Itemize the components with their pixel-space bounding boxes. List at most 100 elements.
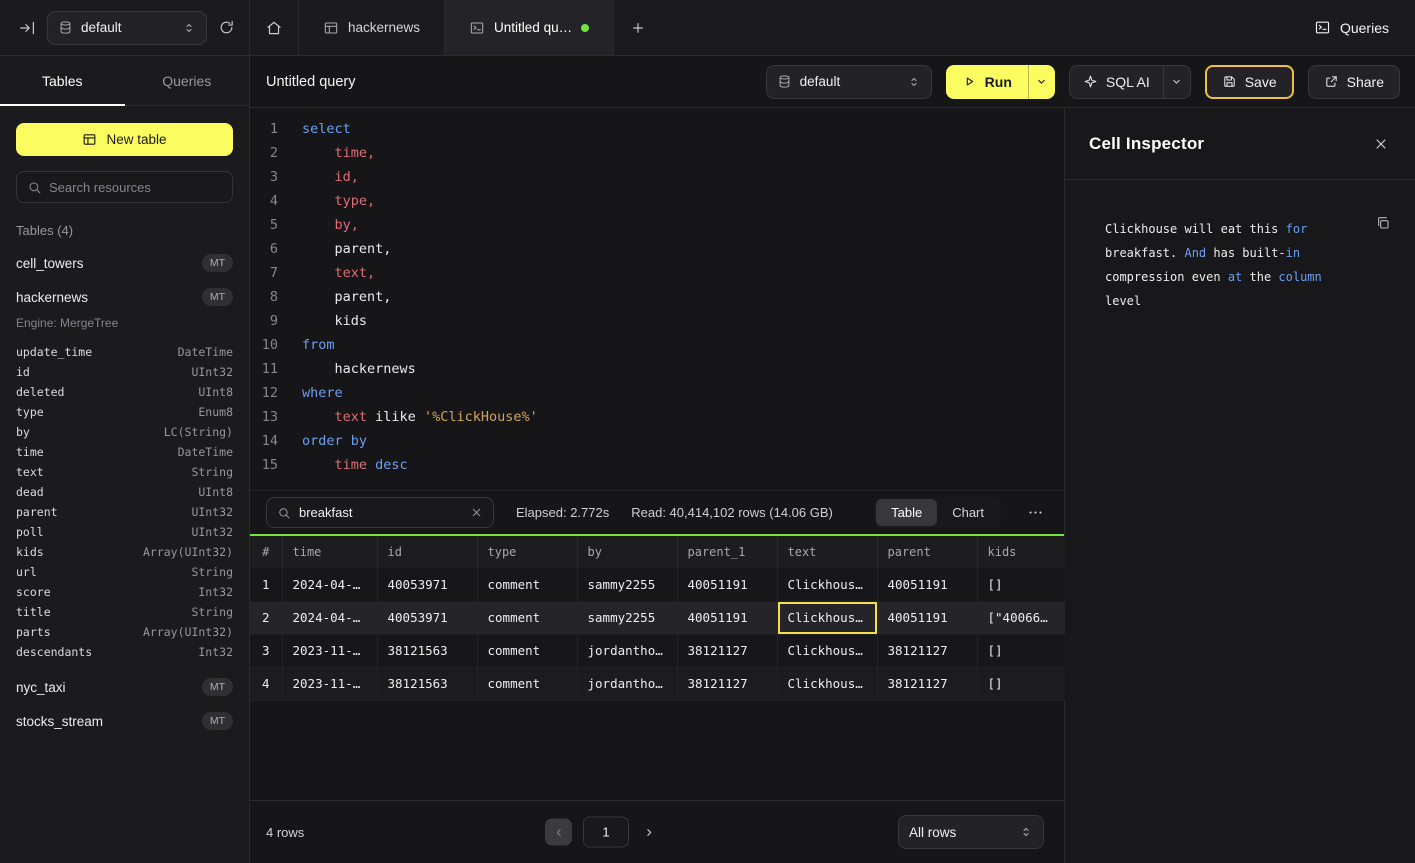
sidebar-column-row[interactable]: titleString (0, 602, 249, 622)
refresh-button[interactable] (218, 19, 235, 36)
editor-code-line[interactable]: parent, (302, 285, 1064, 309)
editor-code[interactable]: select time, id, type, by, parent, text,… (290, 117, 1064, 490)
column-header[interactable]: id (377, 536, 477, 568)
sidebar-column-row[interactable]: deletedUInt8 (0, 382, 249, 402)
column-header[interactable]: text (777, 536, 877, 568)
table-cell[interactable]: comment (477, 667, 577, 700)
share-button[interactable]: Share (1308, 65, 1400, 99)
sql-ai-button[interactable]: SQL AI (1070, 66, 1163, 98)
table-cell[interactable]: 38121127 (677, 667, 777, 700)
editor-code-line[interactable]: from (302, 333, 1064, 357)
sidebar-column-row[interactable]: typeEnum8 (0, 402, 249, 422)
editor-code-line[interactable]: by, (302, 213, 1064, 237)
sidebar-tab-queries[interactable]: Queries (125, 56, 250, 105)
table-cell[interactable]: 40053971 (377, 568, 477, 601)
sidebar-column-row[interactable]: scoreInt32 (0, 582, 249, 602)
sidebar-column-row[interactable]: pollUInt32 (0, 522, 249, 542)
results-more-button[interactable] (1023, 504, 1048, 521)
table-cell[interactable]: 2024-04-16… (282, 568, 377, 601)
table-cell[interactable]: 2 (250, 601, 282, 634)
sidebar-table-cell-towers[interactable]: cell_towers MT (0, 246, 249, 280)
table-cell[interactable]: 38121127 (877, 634, 977, 667)
expand-sidebar-button[interactable] (18, 19, 36, 37)
results-search-input[interactable] (299, 505, 462, 520)
column-header[interactable]: kids (977, 536, 1065, 568)
table-cell[interactable]: sammy2255 (577, 568, 677, 601)
editor-code-line[interactable]: id, (302, 165, 1064, 189)
table-cell[interactable]: sammy2255 (577, 601, 677, 634)
sidebar-search-input[interactable] (49, 180, 222, 195)
table-cell[interactable]: 38121563 (377, 634, 477, 667)
column-header[interactable]: type (477, 536, 577, 568)
table-cell[interactable]: 3 (250, 634, 282, 667)
editor-code-line[interactable]: where (302, 381, 1064, 405)
sidebar-column-row[interactable]: idUInt32 (0, 362, 249, 382)
column-header[interactable]: parent_1 (677, 536, 777, 568)
sidebar-column-row[interactable]: timeDateTime (0, 442, 249, 462)
sidebar-column-row[interactable]: textString (0, 462, 249, 482)
prev-page-button[interactable] (545, 819, 572, 846)
page-number-input[interactable] (583, 817, 629, 848)
sidebar-table-stocks-stream[interactable]: stocks_stream MT (0, 704, 249, 738)
table-cell[interactable]: 40051191 (877, 601, 977, 634)
rows-per-page-select[interactable]: All rows (898, 815, 1044, 849)
editor-code-line[interactable]: parent, (302, 237, 1064, 261)
table-cell[interactable]: [] (977, 568, 1065, 601)
table-cell[interactable]: Clickhouse… (777, 568, 877, 601)
editor-code-line[interactable]: time, (302, 141, 1064, 165)
table-cell[interactable]: 2023-11-02… (282, 634, 377, 667)
sidebar-column-row[interactable]: descendantsInt32 (0, 642, 249, 662)
editor-code-line[interactable]: order by (302, 429, 1064, 453)
query-database-selector[interactable]: default (766, 65, 932, 99)
tab-untitled-query[interactable]: Untitled qu… (445, 0, 614, 55)
close-inspector-button[interactable] (1373, 136, 1389, 152)
view-chart-button[interactable]: Chart (937, 499, 999, 526)
tab-hackernews[interactable]: hackernews (299, 0, 445, 55)
column-header[interactable]: by (577, 536, 677, 568)
editor-code-line[interactable]: type, (302, 189, 1064, 213)
table-cell[interactable]: 38121127 (877, 667, 977, 700)
topbar-database-selector[interactable]: default (47, 11, 207, 45)
table-cell[interactable]: Clickhouse… (777, 634, 877, 667)
table-cell[interactable]: 40053971 (377, 601, 477, 634)
table-cell[interactable]: ["40066964… (977, 601, 1065, 634)
column-header[interactable]: time (282, 536, 377, 568)
queries-button[interactable]: Queries (1314, 19, 1389, 36)
table-cell[interactable]: 40051191 (677, 601, 777, 634)
sidebar-column-row[interactable]: urlString (0, 562, 249, 582)
sidebar-column-row[interactable]: update_timeDateTime (0, 342, 249, 362)
editor-code-line[interactable]: time desc (302, 453, 1064, 477)
table-cell[interactable]: 40051191 (677, 568, 777, 601)
sidebar-table-nyc-taxi[interactable]: nyc_taxi MT (0, 670, 249, 704)
table-cell[interactable]: 2023-11-02… (282, 667, 377, 700)
table-cell[interactable]: Clickhouse… (777, 667, 877, 700)
view-table-button[interactable]: Table (876, 499, 937, 526)
table-cell[interactable]: 38121563 (377, 667, 477, 700)
editor-code-line[interactable]: select (302, 117, 1064, 141)
run-button[interactable]: Run (946, 65, 1028, 99)
next-page-button[interactable] (640, 823, 658, 841)
table-cell[interactable]: 1 (250, 568, 282, 601)
sidebar-column-row[interactable]: byLC(String) (0, 422, 249, 442)
sidebar-tab-tables[interactable]: Tables (0, 56, 125, 105)
editor-code-line[interactable]: text ilike '%ClickHouse%' (302, 405, 1064, 429)
sql-editor[interactable]: 123456789101112131415 select time, id, t… (250, 108, 1064, 490)
table-cell[interactable]: 2024-04-16… (282, 601, 377, 634)
table-cell[interactable]: comment (477, 568, 577, 601)
sidebar-column-row[interactable]: deadUInt8 (0, 482, 249, 502)
table-cell[interactable]: [] (977, 667, 1065, 700)
editor-code-line[interactable]: text, (302, 261, 1064, 285)
sidebar-column-row[interactable]: parentUInt32 (0, 502, 249, 522)
new-tab-button[interactable] (614, 0, 662, 55)
sidebar-column-row[interactable]: partsArray(UInt32) (0, 622, 249, 642)
column-header[interactable]: parent (877, 536, 977, 568)
table-cell[interactable]: [] (977, 634, 1065, 667)
sql-ai-options-button[interactable] (1163, 66, 1190, 98)
sidebar-column-row[interactable]: kidsArray(UInt32) (0, 542, 249, 562)
new-table-button[interactable]: New table (16, 123, 233, 156)
table-cell[interactable]: jordanthoms (577, 667, 677, 700)
table-cell[interactable]: jordanthoms (577, 634, 677, 667)
table-cell[interactable]: Clickhouse… (777, 601, 877, 634)
table-cell[interactable]: 40051191 (877, 568, 977, 601)
sidebar-table-hackernews[interactable]: hackernews MT (0, 280, 249, 314)
